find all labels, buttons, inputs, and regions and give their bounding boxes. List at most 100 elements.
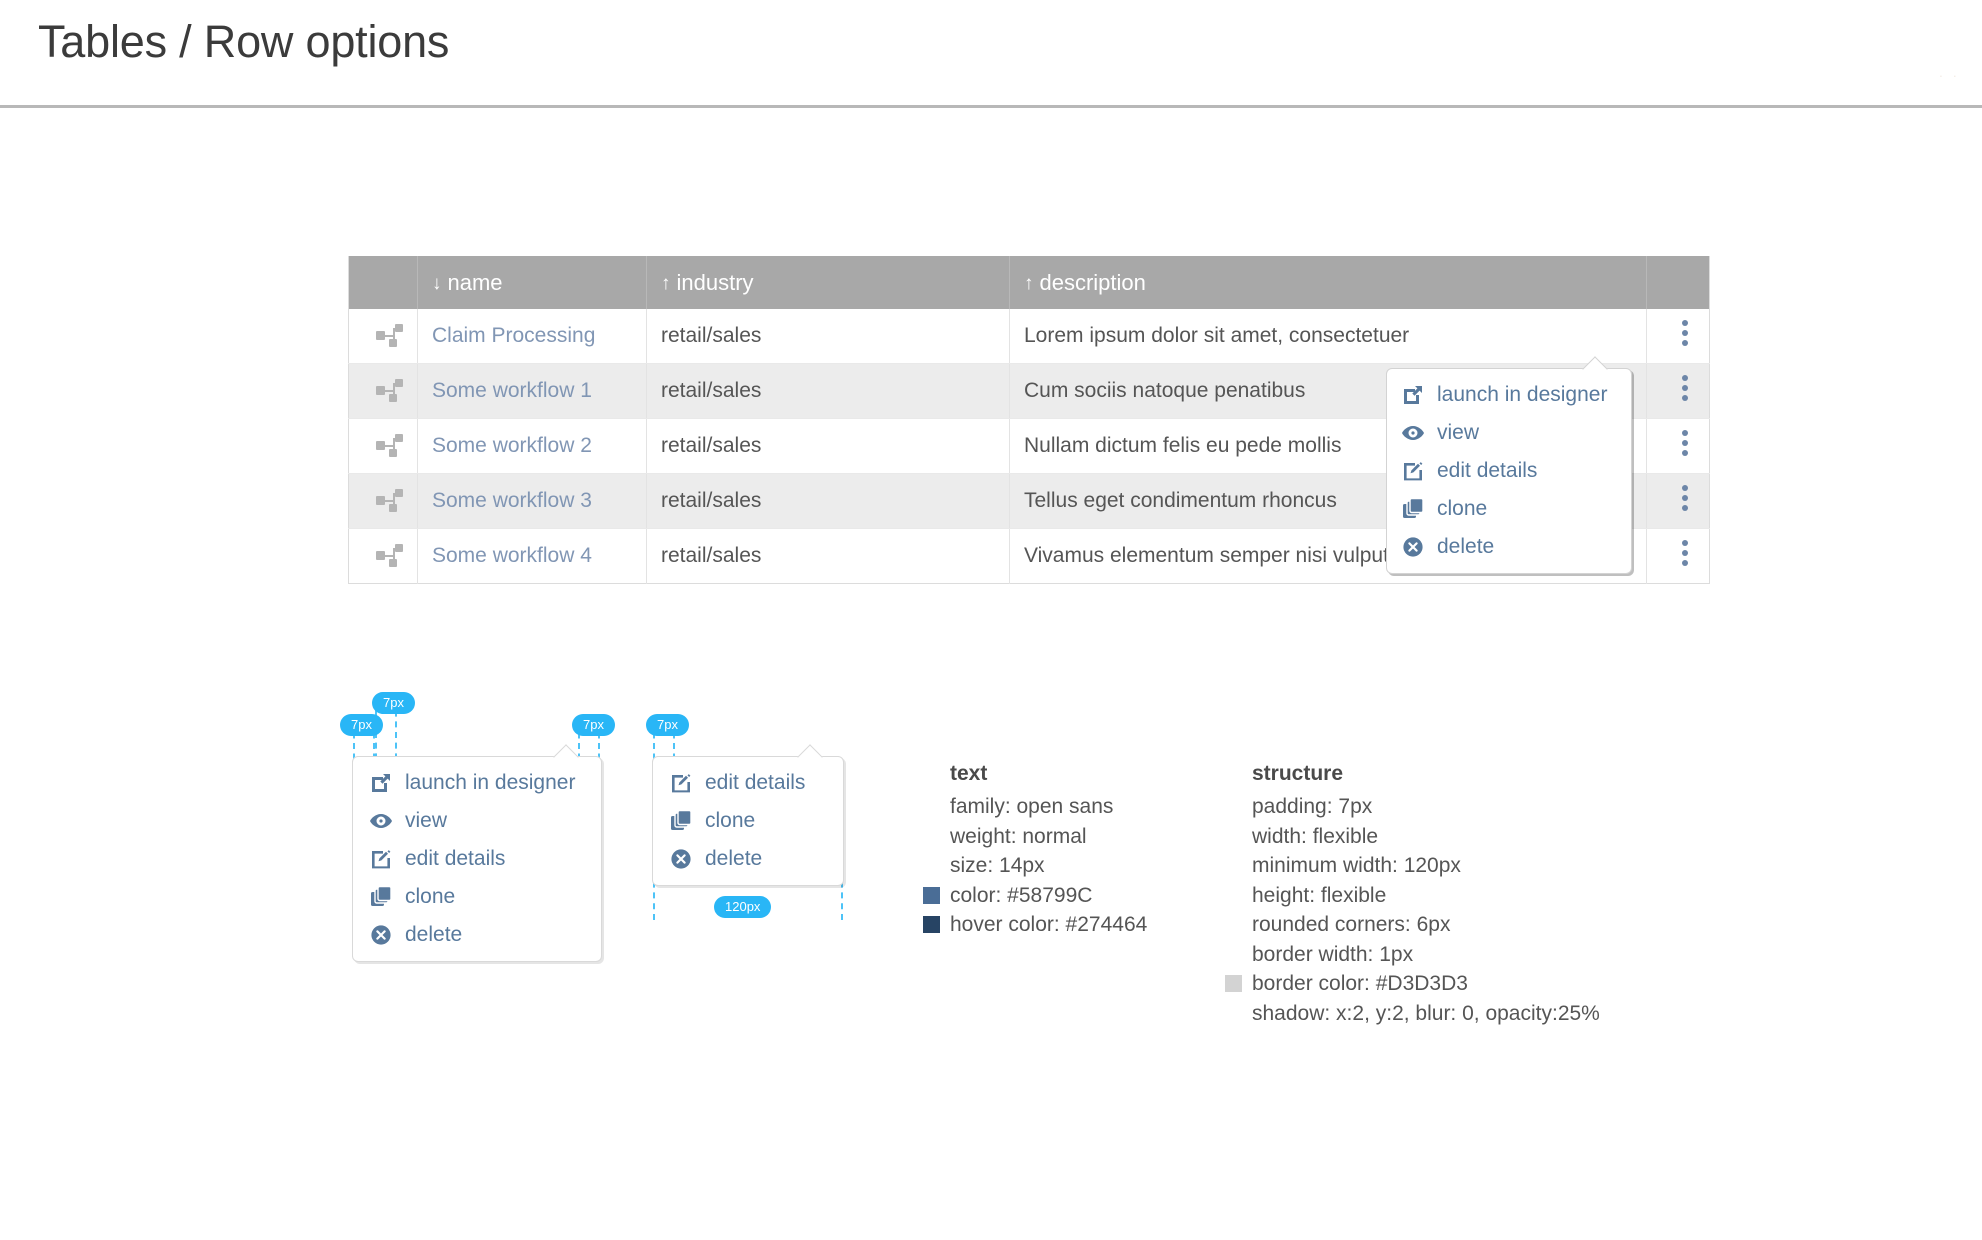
spec-line-text: hover color: #274464: [950, 913, 1148, 936]
row-actions-menu-items: launch in designer view edit details clone d…: [1387, 376, 1631, 566]
menu-item-clone[interactable]: clone: [1387, 490, 1631, 528]
row-name-cell: Some workflow 4: [417, 528, 647, 584]
clone-copy-icon: [369, 885, 393, 909]
row-name-link[interactable]: Some workflow 2: [432, 434, 592, 457]
spec-text-heading: text: [950, 762, 988, 785]
spec-line: minimum width: 120px: [1252, 851, 1600, 881]
badge-120px-b-width: 120px: [714, 896, 772, 918]
badge-7px-a-left: 7px: [340, 714, 383, 736]
menu-item-edit-details[interactable]: edit details: [653, 764, 843, 802]
row-type-icon-cell: [348, 363, 418, 419]
spec-line: border width: 1px: [1252, 940, 1600, 970]
spec-menu-compact-items: edit details clone delete: [653, 764, 843, 878]
row-actions-cell[interactable]: [1646, 363, 1710, 419]
spec-line: family: open sans: [950, 792, 1147, 822]
kebab-icon[interactable]: [1682, 320, 1688, 346]
row-name-link[interactable]: Some workflow 4: [432, 544, 592, 567]
menu-item-view[interactable]: view: [353, 802, 601, 840]
launch-external-icon: [369, 771, 393, 795]
menu-item-edit-details[interactable]: edit details: [1387, 452, 1631, 490]
spec-line: width: flexible: [1252, 822, 1600, 852]
clone-copy-icon: [1401, 497, 1425, 521]
row-actions-cell[interactable]: [1646, 473, 1710, 529]
row-name-cell: Some workflow 1: [417, 363, 647, 419]
row-name-link[interactable]: Some workflow 3: [432, 489, 592, 512]
menu-item-clone[interactable]: clone: [653, 802, 843, 840]
row-type-icon-cell: [348, 473, 418, 529]
row-industry-cell: retail/sales: [646, 528, 1010, 584]
kebab-icon[interactable]: [1682, 375, 1688, 401]
table-header-row: ↓ name ↑ industry ↑ description: [348, 256, 1710, 309]
menu-item-label: delete: [705, 847, 763, 870]
badge-7px-a-top: 7px: [372, 692, 415, 714]
workflow-icon: [376, 543, 404, 569]
spec-line-text: height: flexible: [1252, 883, 1387, 907]
column-header-industry[interactable]: ↑ industry: [646, 256, 1010, 309]
row-type-icon-cell: [348, 528, 418, 584]
menu-item-label: launch in designer: [405, 771, 576, 794]
table-row[interactable]: Claim Processing retail/sales Lorem ipsum …: [348, 309, 1710, 364]
spec-line-text: family: open sans: [950, 795, 1114, 818]
workflow-icon: [376, 488, 404, 514]
spec-line: padding: 7px: [1252, 792, 1600, 822]
table-header: ↓ name ↑ industry ↑ description: [348, 256, 1710, 309]
row-industry-cell: retail/sales: [646, 473, 1010, 529]
workflow-icon: [376, 378, 404, 404]
menu-item-delete[interactable]: delete: [1387, 528, 1631, 566]
spec-line-text: color: #58799C: [950, 883, 1093, 907]
column-header-description-label: description: [1039, 269, 1146, 295]
spec-line-text: border width: 1px: [1252, 942, 1414, 966]
row-actions-cell[interactable]: [1647, 529, 1710, 584]
row-name-link[interactable]: Claim Processing: [432, 324, 595, 347]
row-name-link[interactable]: Some workflow 1: [432, 379, 592, 402]
spec-line-text: minimum width: 120px: [1252, 854, 1461, 877]
menu-item-view[interactable]: view: [1387, 414, 1631, 452]
delete-circle-x-icon: [369, 923, 393, 947]
row-name-cell: Claim Processing: [417, 309, 647, 364]
color-swatch: [923, 886, 940, 904]
kebab-icon[interactable]: [1682, 485, 1688, 511]
spec-structure-heading: structure: [1252, 762, 1344, 785]
workflow-icon: [376, 433, 404, 459]
workflow-icon: [376, 323, 404, 349]
spec-line: weight: normal: [950, 822, 1147, 852]
spec-line: rounded corners: 6px: [1252, 910, 1600, 940]
menu-item-delete[interactable]: delete: [653, 840, 843, 878]
spec-line-text: shadow: x:2, y:2, blur: 0, opacity:25%: [1252, 1001, 1600, 1025]
spec-line-text: rounded corners: 6px: [1252, 913, 1451, 936]
clone-copy-icon: [669, 809, 693, 833]
spec-line: shadow: x:2, y:2, blur: 0, opacity:25%: [1252, 999, 1600, 1029]
delete-circle-x-icon: [669, 847, 693, 871]
page-header: Tables / Row options · ·: [0, 0, 1982, 108]
column-header-name[interactable]: ↓ name: [417, 256, 647, 309]
row-actions-menu[interactable]: launch in designer view edit details clone d…: [1386, 356, 1632, 574]
spec-menu-compact[interactable]: edit details clone delete: [652, 744, 844, 886]
menu-item-edit-details[interactable]: edit details: [353, 840, 601, 878]
column-header-industry-label: industry: [676, 269, 754, 295]
kebab-icon[interactable]: [1682, 430, 1688, 456]
sort-asc-icon: ↑: [661, 272, 671, 294]
sort-desc-icon: ↓: [432, 272, 442, 294]
kebab-icon[interactable]: [1682, 540, 1688, 566]
row-industry-cell: retail/sales: [646, 309, 1010, 364]
spec-structure-block: structure padding: 7px width: flexible min…: [1225, 762, 1600, 1029]
spec-line-text: width: flexible: [1252, 824, 1379, 848]
badge-7px-b-left: 7px: [646, 714, 689, 736]
row-name-cell: Some workflow 3: [417, 473, 647, 529]
menu-item-delete[interactable]: delete: [353, 916, 601, 954]
menu-item-label: view: [1437, 421, 1480, 444]
eye-icon: [1401, 421, 1425, 445]
column-header-description[interactable]: ↑ description: [1009, 256, 1647, 309]
spec-line: hover color: #274464: [923, 910, 1148, 940]
spec-menu-full-items: launch in designer view edit details clone d…: [353, 764, 601, 954]
menu-item-launch-in-designer[interactable]: launch in designer: [353, 764, 601, 802]
menu-item-clone[interactable]: clone: [353, 878, 601, 916]
row-actions-cell[interactable]: [1646, 309, 1710, 364]
color-swatch: [1225, 975, 1242, 992]
column-header-name-label: name: [447, 269, 503, 295]
header-watermark: · ·: [1938, 68, 1960, 83]
spec-menu-full[interactable]: launch in designer view edit details clone d…: [352, 744, 602, 962]
badge-7px-a-right: 7px: [572, 714, 615, 736]
spec-line: size: 14px: [950, 851, 1147, 881]
row-actions-cell[interactable]: [1646, 418, 1710, 474]
